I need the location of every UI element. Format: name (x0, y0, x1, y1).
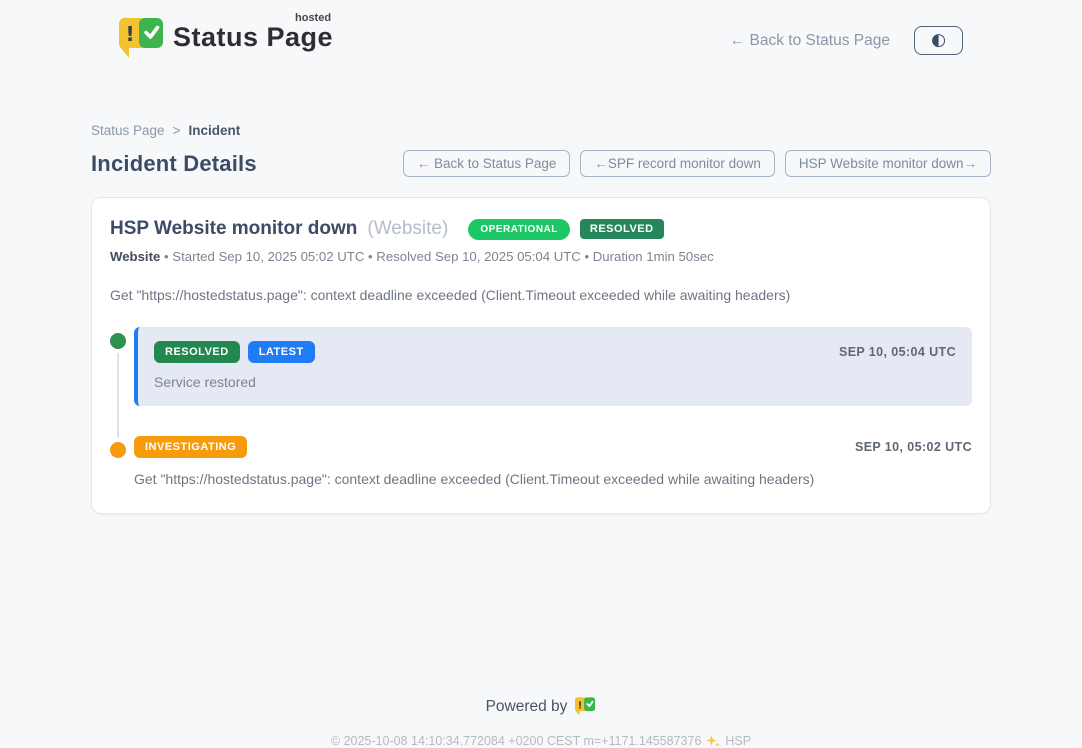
copyright-line: © 2025-10-08 14:10:34.772084 +0200 CEST … (0, 734, 1082, 748)
site-footer: Powered by ! © 2025-10-08 14:10:34.77208… (0, 696, 1082, 748)
timeline-dot-resolved (110, 333, 126, 349)
operational-status-badge: OPERATIONAL (468, 219, 570, 240)
breadcrumb-current: Incident (188, 123, 240, 138)
timeline-message: Get "https://hostedstatus.page": context… (134, 471, 972, 487)
incident-timeline: RESOLVED LATEST SEP 10, 05:04 UTC Servic… (110, 327, 972, 487)
breadcrumb-separator: > (173, 123, 181, 138)
incident-title: HSP Website monitor down (110, 218, 357, 240)
brand-name: Status Page (173, 22, 333, 52)
page-title: Incident Details (91, 151, 257, 177)
powered-by[interactable]: Powered by ! (486, 696, 597, 717)
resolved-state-badge: RESOLVED (580, 219, 664, 239)
half-circle-theme-icon: ◐ (931, 32, 946, 49)
status-page-mini-logo-icon: ! (575, 696, 596, 717)
incident-card: HSP Website monitor down (Website) OPERA… (91, 197, 991, 514)
prev-incident-button[interactable]: ←SPF record monitor down (580, 150, 775, 177)
brand-superscript: hosted (295, 12, 331, 24)
incident-nav-buttons: ← Back to Status Page ←SPF record monito… (403, 150, 991, 177)
incident-meta-details: • Started Sep 10, 2025 05:02 UTC • Resol… (164, 249, 714, 264)
timeline-message: Service restored (154, 374, 956, 390)
svg-text:!: ! (125, 22, 134, 46)
svg-text:!: ! (578, 700, 583, 711)
timeline-dot-investigating (110, 442, 126, 458)
timeline-entry-box: INVESTIGATING SEP 10, 05:02 UTC Get "htt… (134, 436, 972, 487)
resolved-badge: RESOLVED (154, 341, 240, 363)
investigating-badge: INVESTIGATING (134, 436, 247, 458)
copyright-suffix: HSP (725, 734, 751, 748)
sparkles-icon (706, 734, 720, 748)
incident-description: Get "https://hostedstatus.page": context… (110, 287, 972, 303)
theme-toggle-button[interactable]: ◐ (914, 26, 963, 55)
incident-meta: Website • Started Sep 10, 2025 05:02 UTC… (110, 249, 972, 264)
brand-logo[interactable]: ! hosted Status Page (119, 16, 333, 65)
timeline-entry: INVESTIGATING SEP 10, 05:02 UTC Get "htt… (110, 436, 972, 487)
timeline-entry-box: RESOLVED LATEST SEP 10, 05:04 UTC Servic… (134, 327, 972, 406)
copyright-text: © 2025-10-08 14:10:34.772084 +0200 CEST … (331, 734, 702, 748)
header-back-link[interactable]: ← Back to Status Page (730, 32, 890, 50)
timeline-timestamp: SEP 10, 05:04 UTC (839, 345, 956, 359)
next-incident-button[interactable]: HSP Website monitor down→ (785, 150, 991, 177)
main-content: Status Page > Incident Incident Details … (91, 123, 991, 514)
status-page-logo-icon: ! (119, 16, 165, 65)
timeline-entry: RESOLVED LATEST SEP 10, 05:04 UTC Servic… (110, 327, 972, 406)
incident-scope: (Website) (367, 218, 448, 240)
timeline-timestamp: SEP 10, 05:02 UTC (855, 440, 972, 454)
back-to-status-page-button[interactable]: ← Back to Status Page (403, 150, 571, 177)
site-header: ! hosted Status Page ← Back to Status Pa… (91, 0, 991, 65)
breadcrumb: Status Page > Incident (91, 123, 991, 138)
incident-service: Website (110, 249, 160, 264)
breadcrumb-root[interactable]: Status Page (91, 123, 165, 138)
powered-by-label: Powered by (486, 698, 568, 716)
latest-badge: LATEST (248, 341, 315, 363)
